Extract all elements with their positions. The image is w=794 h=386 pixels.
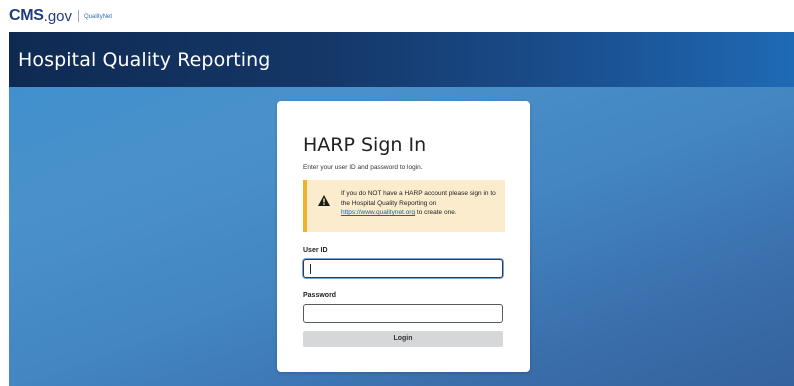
qualitynet-link[interactable]: https://www.qualitynet.org: [341, 209, 415, 216]
alert-text-after: to create one.: [415, 209, 457, 216]
user-id-label: User ID: [303, 247, 328, 254]
hero-background: Hospital Quality Reporting HARP Sign In …: [9, 32, 794, 386]
login-button[interactable]: Login: [303, 331, 503, 347]
signin-card: HARP Sign In Enter your user ID and pass…: [277, 101, 530, 372]
text-cursor: [310, 264, 311, 274]
user-id-field-wrapper: [303, 259, 503, 279]
logo-gov-text: .gov: [43, 7, 73, 25]
alert-text-before: If you do NOT have a HARP account please…: [341, 190, 496, 207]
signin-title: HARP Sign In: [303, 134, 427, 156]
page-title: Hospital Quality Reporting: [18, 49, 271, 71]
logo-cms-text: CMS: [9, 7, 44, 24]
cms-logo[interactable]: CMS .gov QualityNet: [9, 7, 112, 25]
top-header: CMS .gov QualityNet: [0, 0, 794, 32]
password-label: Password: [303, 292, 337, 299]
signin-subtitle: Enter your user ID and password to login…: [303, 164, 423, 171]
warning-triangle-icon: [318, 195, 330, 206]
password-field-wrapper: [303, 304, 503, 324]
no-account-alert: If you do NOT have a HARP account please…: [303, 180, 505, 232]
user-id-input[interactable]: [304, 262, 502, 279]
page-banner: Hospital Quality Reporting: [9, 32, 794, 87]
qualitynet-logo-text: QualityNet: [84, 14, 113, 20]
logo-divider: [78, 10, 80, 22]
password-input[interactable]: [304, 307, 502, 324]
alert-message: If you do NOT have a HARP account please…: [341, 189, 506, 218]
